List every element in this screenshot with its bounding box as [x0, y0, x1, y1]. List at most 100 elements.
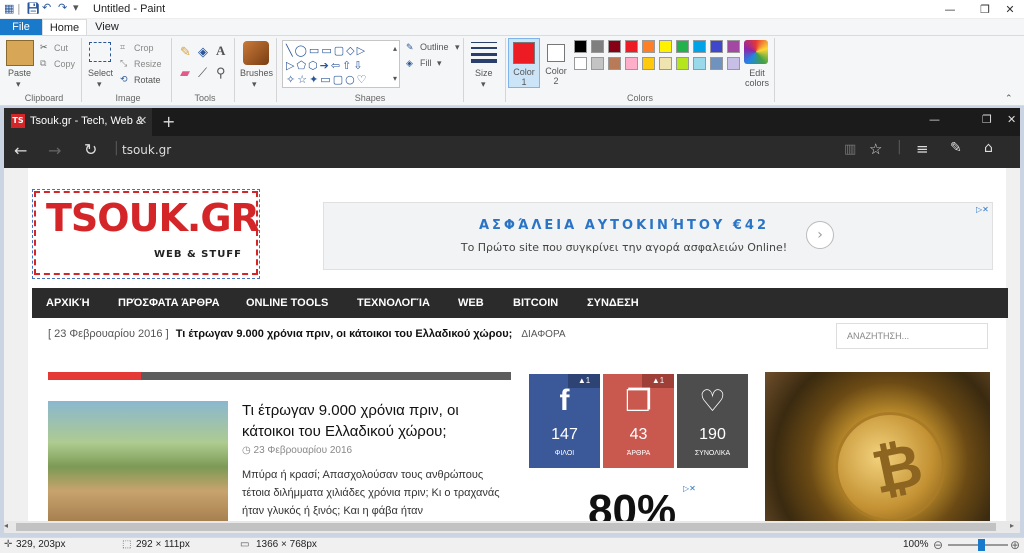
shapes-gallery[interactable]: ╲◯▭▭▢◇▷ ▷⬠⬡➔⇦⇧⇩ ✧☆✦▭▢○♡ — [282, 40, 400, 88]
outline-button[interactable]: Outline — [420, 42, 449, 52]
palette-swatch[interactable] — [642, 40, 655, 53]
scroll-right-icon[interactable]: ▸ — [1010, 521, 1014, 530]
scrollbar-thumb[interactable] — [16, 523, 996, 531]
nav-item-technology[interactable]: ΤΕΧΝΟΛΟΓΊΑ — [357, 288, 430, 318]
palette-swatch[interactable] — [727, 40, 740, 53]
palette-swatch[interactable] — [693, 57, 706, 70]
color1-button[interactable]: Color 1 — [508, 38, 540, 88]
shapes-scroll-up-icon[interactable]: ▴ — [393, 44, 397, 53]
reading-view-icon[interactable]: ▥ — [844, 142, 856, 157]
rotate-button[interactable]: Rotate — [134, 75, 161, 85]
brushes-button[interactable]: Brushes — [240, 68, 273, 78]
web-note-icon[interactable]: ✎ — [950, 140, 962, 156]
site-search-input[interactable]: ΑΝΑΖΗΤΗΣΗ... — [836, 323, 988, 349]
palette-swatch[interactable] — [659, 40, 672, 53]
palette-swatch[interactable] — [659, 57, 672, 70]
pencil-icon[interactable]: ✎ — [180, 44, 191, 60]
back-icon[interactable]: ← — [14, 141, 27, 160]
shapes-more-icon[interactable]: ▾ — [393, 74, 397, 83]
minimize-button[interactable]: — — [935, 0, 965, 19]
close-button[interactable]: ✕ — [995, 0, 1024, 19]
crop-icon[interactable]: ⌗ — [120, 42, 125, 53]
resize-button[interactable]: Resize — [134, 59, 162, 69]
paste-icon[interactable] — [6, 40, 34, 66]
social-counter-facebook[interactable]: ▲1 f 147 ΦΙΛΟΙ — [529, 374, 600, 468]
palette-swatch[interactable] — [625, 40, 638, 53]
nav-item-recent[interactable]: ΠΡΌΣΦΑΤΑ ΆΡΘΡΑ — [118, 288, 220, 318]
outline-icon[interactable]: ✎ — [406, 42, 414, 53]
palette-swatch[interactable] — [608, 57, 621, 70]
fill-bucket-icon[interactable]: ◈ — [198, 44, 208, 60]
ticker-title[interactable]: Τι έτρωγαν 9.000 χρόνια πριν, οι κάτοικο… — [176, 328, 513, 340]
palette-swatch[interactable] — [676, 57, 689, 70]
browser-close-icon[interactable]: ✕ — [1007, 113, 1016, 126]
brushes-dropdown-icon[interactable]: ▾ — [252, 79, 257, 90]
ad-choices-icon[interactable]: ▷✕ — [683, 484, 696, 493]
paste-button[interactable]: Paste — [8, 68, 31, 78]
palette-swatch[interactable] — [676, 40, 689, 53]
color-picker-icon[interactable]: ⟋ — [198, 65, 207, 81]
canvas-horizontal-scrollbar[interactable]: ◂ ▸ — [4, 521, 1020, 533]
select-dropdown-icon[interactable]: ▾ — [97, 79, 102, 90]
tab-file[interactable]: File — [0, 19, 42, 36]
forward-icon[interactable]: → — [48, 141, 61, 160]
cut-button[interactable]: Cut — [54, 43, 68, 53]
zoom-out-icon[interactable]: ⊖ — [933, 538, 943, 552]
post-thumbnail[interactable] — [48, 401, 228, 521]
text-tool-icon[interactable]: A — [216, 43, 225, 59]
share-icon[interactable]: ⌂ — [984, 140, 993, 156]
edit-colors-button[interactable]: Edit colors — [740, 68, 774, 88]
ad-choices-icon[interactable]: ▷✕ — [976, 205, 989, 214]
edit-colors-icon[interactable] — [744, 40, 768, 64]
outline-dropdown-icon[interactable]: ▾ — [455, 42, 460, 53]
shapes-row[interactable]: ▷⬠⬡➔⇦⇧⇩ — [286, 58, 365, 73]
copy-button[interactable]: Copy — [54, 59, 75, 69]
select-button[interactable]: Select — [88, 68, 113, 78]
post-title[interactable]: Τι έτρωγαν 9.000 χρόνια πριν, οι κάτοικο… — [242, 400, 512, 442]
shapes-row[interactable]: ╲◯▭▭▢◇▷ — [286, 43, 367, 58]
new-tab-icon[interactable]: + — [162, 112, 175, 131]
palette-swatch[interactable] — [574, 57, 587, 70]
fill-dropdown-icon[interactable]: ▾ — [437, 58, 442, 69]
eraser-icon[interactable]: ▰ — [180, 65, 190, 81]
browser-minimize-icon[interactable]: — — [929, 113, 940, 126]
nav-item-home[interactable]: ΑΡΧΙΚΉ — [46, 288, 90, 318]
color2-button[interactable]: Color 2 — [542, 38, 572, 88]
palette-swatch[interactable] — [591, 40, 604, 53]
social-counter-total[interactable]: ♡ 190 ΣΥΝΟΛΙΚΑ — [677, 374, 748, 468]
scroll-left-icon[interactable]: ◂ — [4, 521, 8, 530]
resize-icon[interactable]: ⤡ — [120, 58, 127, 69]
shapes-row[interactable]: ✧☆✦▭▢○♡ — [286, 72, 369, 87]
palette-swatch[interactable] — [693, 40, 706, 53]
copy-icon[interactable]: ⧉ — [40, 58, 46, 69]
brushes-icon[interactable] — [243, 41, 269, 65]
browser-tab[interactable]: TS Tsouk.gr - Tech, Web & ✕ — [4, 108, 152, 136]
magnifier-icon[interactable]: ⚲ — [216, 65, 226, 81]
palette-swatch[interactable] — [727, 57, 740, 70]
nav-item-login[interactable]: ΣΥΝΔΕΣΗ — [587, 288, 639, 318]
undo-icon[interactable]: ↶ — [42, 1, 51, 14]
bitcoin-image[interactable]: ₿ — [765, 372, 990, 521]
paste-dropdown-icon[interactable]: ▾ — [16, 79, 21, 90]
close-tab-icon[interactable]: ✕ — [138, 114, 147, 127]
browser-restore-icon[interactable]: ❐ — [982, 113, 992, 126]
fill-button[interactable]: Fill — [420, 58, 432, 68]
ticker-category[interactable]: ΔΙΑΦΟΡΑ — [521, 329, 565, 340]
ad-banner[interactable]: ΑΣΦΆΛΕΙΑ ΑΥΤΟΚΙΝΉΤΟΥ €42 Το Πρώτο site π… — [323, 202, 993, 270]
fill-icon[interactable]: ◈ — [406, 58, 413, 69]
palette-swatch[interactable] — [574, 40, 587, 53]
save-icon[interactable]: 💾︎ — [26, 2, 40, 15]
site-logo[interactable]: TSOUK.GR WEB & STUFF — [34, 191, 260, 275]
zoom-in-icon[interactable]: ⊕ — [1010, 538, 1020, 552]
palette-swatch[interactable] — [710, 57, 723, 70]
size-dropdown-icon[interactable]: ▾ — [481, 79, 486, 90]
palette-swatch[interactable] — [710, 40, 723, 53]
crop-button[interactable]: Crop — [134, 43, 154, 53]
browser-screenshot[interactable]: TS Tsouk.gr - Tech, Web & ✕ + — ❐ ✕ ← → … — [4, 108, 1020, 521]
redo-icon[interactable]: ↷ — [58, 1, 67, 14]
refresh-icon[interactable]: ↻ — [84, 140, 97, 159]
zoom-slider-thumb[interactable] — [978, 539, 985, 551]
nav-item-web[interactable]: WEB — [458, 288, 484, 318]
social-counter-articles[interactable]: ▲1 ❐ 43 ΆΡΘΡΑ — [603, 374, 674, 468]
palette-swatch[interactable] — [625, 57, 638, 70]
